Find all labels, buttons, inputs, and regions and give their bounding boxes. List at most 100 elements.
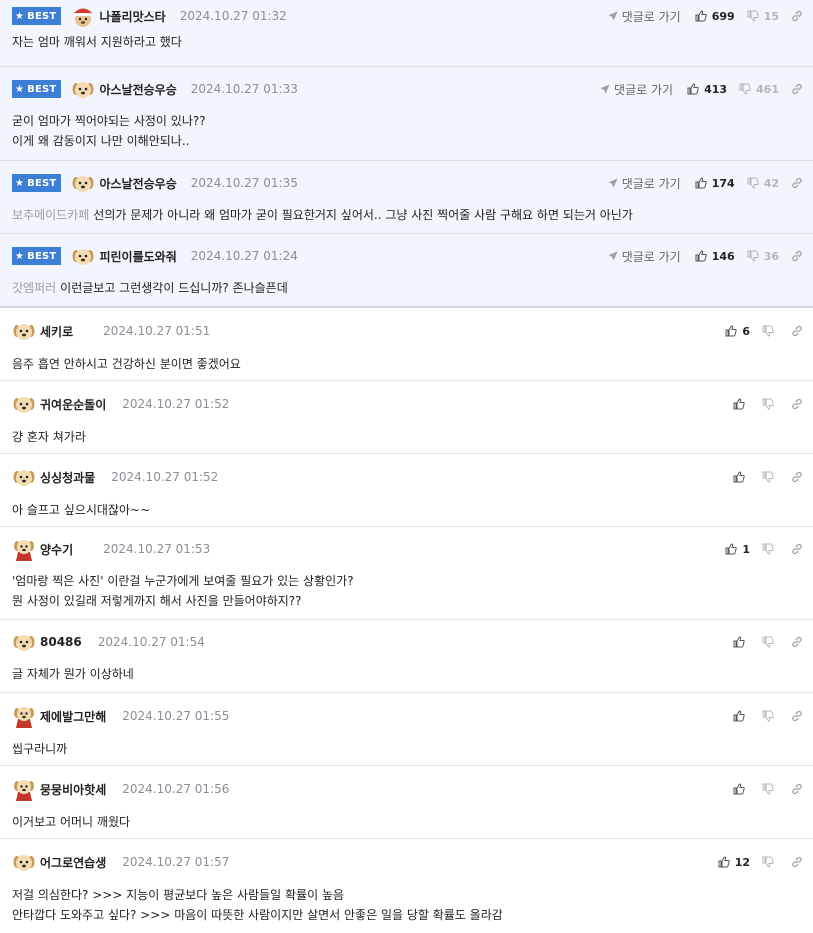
comment-text: 음주 흡연 안하시고 건강하신 분이면 좋겠어요 xyxy=(12,357,241,371)
best-comment: ★ BEST 아스날전승우승 2024.10.27 01:35 댓글로 가기 17… xyxy=(0,161,813,234)
link-icon[interactable] xyxy=(791,325,803,337)
upvote-button[interactable] xyxy=(733,710,750,722)
reply-link[interactable]: 댓글로 가기 xyxy=(600,81,673,98)
comment-header: 뭉뭉비아핫세 2024.10.27 01:56 xyxy=(12,766,803,812)
comment-date: 2024.10.27 01:56 xyxy=(122,782,230,796)
thumbs-down-icon xyxy=(762,543,774,555)
send-arrow-icon xyxy=(608,11,618,21)
downvote-button[interactable] xyxy=(762,325,779,337)
upvote-button[interactable] xyxy=(733,398,750,410)
reply-origin-nickname[interactable]: 갓엠퍼러 xyxy=(12,281,56,295)
comment-date: 2024.10.27 01:52 xyxy=(111,470,219,484)
avatar-puppy-icon[interactable] xyxy=(71,244,95,268)
link-icon[interactable] xyxy=(791,471,803,483)
comment-text: 굳이 엄마가 찍어야되는 사정이 있나?? xyxy=(12,114,206,128)
downvote-button[interactable]: 42 xyxy=(747,177,779,190)
star-icon: ★ xyxy=(15,10,25,22)
upvote-button[interactable]: 699 xyxy=(695,10,735,23)
star-icon: ★ xyxy=(15,83,25,95)
thumbs-down-icon xyxy=(762,471,774,483)
avatar-puppy-icon[interactable] xyxy=(71,77,95,101)
nickname[interactable]: 싱싱청과물 xyxy=(40,469,95,486)
comment-body: 보추메이드카페 선의가 문제가 아니라 왜 엄마가 굳이 필요한거지 싶어서.. … xyxy=(12,205,801,233)
nickname[interactable]: 양수기 xyxy=(40,541,73,558)
reply-origin-nickname[interactable]: 보추메이드카페 xyxy=(12,208,89,222)
nickname[interactable]: 나폴리맛스타 xyxy=(99,8,165,25)
star-icon: ★ xyxy=(15,177,25,189)
avatar-puppy-icon[interactable] xyxy=(12,465,36,489)
reply-link[interactable]: 댓글로 가기 xyxy=(608,248,681,265)
nickname[interactable]: 뭉뭉비아핫세 xyxy=(40,781,106,798)
downvote-button[interactable] xyxy=(762,856,779,868)
comment-item: 양수기 2024.10.27 01:53 1 '엄마랑 찍은 사진' 이란걸 누… xyxy=(0,527,813,620)
nickname[interactable]: 세키로 xyxy=(40,323,73,340)
avatar-puppy-cape-icon[interactable] xyxy=(12,777,36,801)
nickname[interactable]: 피린이를도와줘 xyxy=(99,248,176,265)
link-icon[interactable] xyxy=(791,83,803,95)
downvote-button[interactable] xyxy=(762,471,779,483)
downvote-button[interactable] xyxy=(762,710,779,722)
link-icon[interactable] xyxy=(791,783,803,795)
avatar-puppy-icon[interactable] xyxy=(71,171,95,195)
thumbs-down-icon xyxy=(762,856,774,868)
upvote-button[interactable]: 12 xyxy=(718,856,750,869)
comment-item: 80486 2024.10.27 01:54 글 자체가 뭔가 이상하네 xyxy=(0,620,813,693)
link-icon[interactable] xyxy=(791,250,803,262)
comment-body: 자는 엄마 깨워서 지원하라고 했다 xyxy=(12,32,801,60)
upvote-button[interactable]: 1 xyxy=(725,543,750,556)
downvote-button[interactable] xyxy=(762,398,779,410)
comment-text: 이게 왜 감동이지 나만 이해안되나.. xyxy=(12,134,190,148)
avatar-puppy-cape-icon[interactable] xyxy=(12,704,36,728)
nickname[interactable]: 아스날전승우승 xyxy=(99,81,176,98)
link-icon[interactable] xyxy=(791,856,803,868)
avatar-mascot-hat-icon[interactable] xyxy=(71,4,95,28)
link-icon[interactable] xyxy=(791,543,803,555)
link-icon[interactable] xyxy=(791,636,803,648)
send-arrow-icon xyxy=(608,251,618,261)
avatar-puppy-icon[interactable] xyxy=(12,850,36,874)
upvote-button[interactable]: 413 xyxy=(687,83,727,96)
comment-item: 귀여운순돌이 2024.10.27 01:52 걍 혼자 쳐가라 xyxy=(0,381,813,454)
nickname[interactable]: 80486 xyxy=(40,635,82,649)
avatar-puppy-icon[interactable] xyxy=(12,392,36,416)
send-arrow-icon xyxy=(600,84,610,94)
upvote-button[interactable] xyxy=(733,471,750,483)
comment-actions: 댓글로 가기 699 15 xyxy=(608,8,803,25)
downvote-button[interactable]: 461 xyxy=(739,83,779,96)
downvote-button[interactable] xyxy=(762,543,779,555)
comment-date: 2024.10.27 01:54 xyxy=(97,635,205,649)
thumbs-down-icon xyxy=(762,325,774,337)
avatar-puppy-cape-icon[interactable] xyxy=(12,537,36,561)
avatar-puppy-icon[interactable] xyxy=(12,319,36,343)
link-icon[interactable] xyxy=(791,398,803,410)
nickname[interactable]: 제에발그만해 xyxy=(40,708,106,725)
link-icon[interactable] xyxy=(791,710,803,722)
upvote-button[interactable]: 146 xyxy=(695,250,735,263)
nickname[interactable]: 어그로연습생 xyxy=(40,854,106,871)
link-icon[interactable] xyxy=(791,177,803,189)
reply-link[interactable]: 댓글로 가기 xyxy=(608,8,681,25)
downvote-button[interactable]: 15 xyxy=(747,10,779,23)
upvote-button[interactable] xyxy=(733,783,750,795)
comment-date: 2024.10.27 01:24 xyxy=(190,249,298,263)
comment-item: 어그로연습생 2024.10.27 01:57 12 저걸 의심한다? >>> … xyxy=(0,839,813,932)
star-icon: ★ xyxy=(15,250,25,262)
downvote-button[interactable] xyxy=(762,783,779,795)
nickname[interactable]: 귀여운순돌이 xyxy=(40,396,106,413)
downvote-button[interactable]: 36 xyxy=(747,250,779,263)
best-badge: ★ BEST xyxy=(12,247,62,265)
thumbs-up-icon xyxy=(725,543,738,555)
comment-item: 싱싱청과물 2024.10.27 01:52 아 슬프고 싶으시대잖아~~ xyxy=(0,454,813,527)
thumbs-down-icon xyxy=(747,10,759,22)
comment-body: 갓엠퍼러 이런글보고 그런생각이 드십니까? 존나슬픈데 xyxy=(12,278,801,306)
avatar-puppy-icon[interactable] xyxy=(12,630,36,654)
comment-text: 뭔 사정이 있길래 저렇게까지 해서 사진을 만들어야하지?? xyxy=(12,594,302,608)
link-icon[interactable] xyxy=(791,10,803,22)
reply-link[interactable]: 댓글로 가기 xyxy=(608,175,681,192)
comment-actions: 댓글로 가기 174 42 xyxy=(608,175,803,192)
upvote-button[interactable] xyxy=(733,636,750,648)
upvote-button[interactable]: 174 xyxy=(695,177,735,190)
downvote-button[interactable] xyxy=(762,636,779,648)
nickname[interactable]: 아스날전승우승 xyxy=(99,175,176,192)
upvote-button[interactable]: 6 xyxy=(725,325,750,338)
